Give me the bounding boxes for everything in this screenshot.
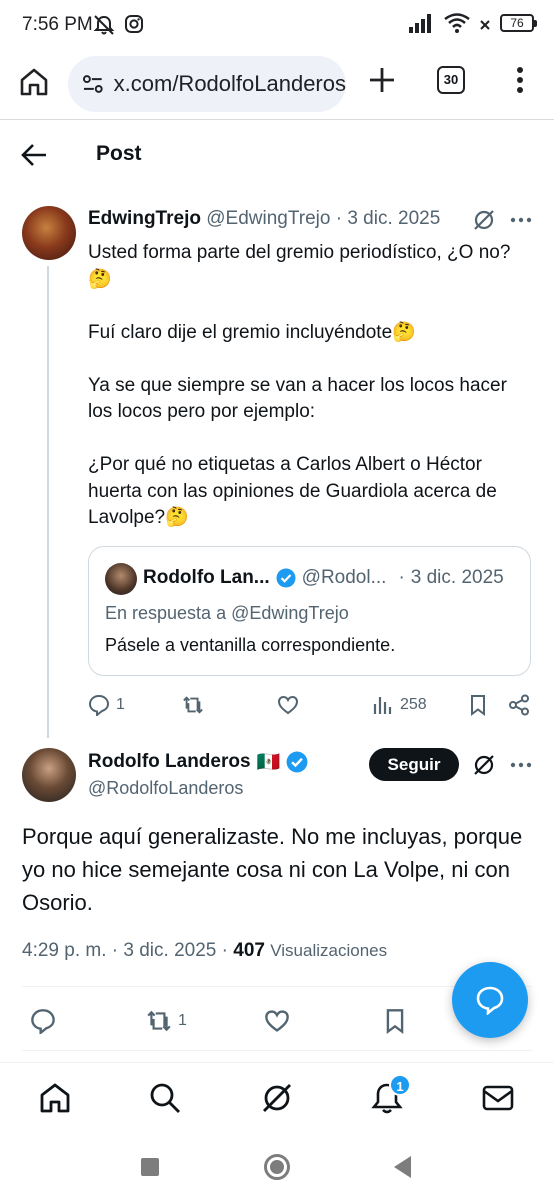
like-button[interactable]: [277, 694, 299, 716]
grok-icon[interactable]: [472, 753, 496, 777]
notification-badge: 1: [389, 1074, 411, 1096]
bookmark-icon: [471, 695, 485, 716]
views-button[interactable]: 258: [372, 694, 427, 716]
verified-badge-icon: [276, 568, 296, 588]
status-bar: 7:56 PM 76: [0, 0, 554, 52]
avatar-rodolfolanderos[interactable]: [22, 748, 76, 802]
tweet2-text: Porque aquí generalizaste. No me incluya…: [22, 824, 523, 915]
tweet2-views-count[interactable]: 407: [233, 940, 265, 961]
tweet1-text: Usted forma parte del gremio periodístic…: [88, 240, 528, 532]
tweet1-header: EdwingTrejo @EdwingTrejo · 3 dic. 2025: [88, 208, 440, 230]
quote-header: Rodolfo Lan... @Rodol... · 3 dic. 2025: [143, 567, 504, 589]
post-header: Post: [0, 120, 554, 190]
repost-button[interactable]: [182, 694, 204, 716]
home-icon[interactable]: [18, 66, 50, 98]
status-icons-right: 76: [408, 13, 537, 33]
follow-button[interactable]: Seguir: [369, 748, 459, 781]
like-button[interactable]: [264, 1008, 290, 1034]
views-count: 258: [400, 696, 427, 713]
tweet1-paragraph: Ya se que siempre se van a hacer los loc…: [88, 374, 507, 423]
more-options-icon[interactable]: [510, 212, 532, 228]
tweet2-handle[interactable]: @RodolfoLanderos: [88, 778, 243, 799]
browser-toolbar: x.com/RodolfoLanderos 30: [0, 52, 554, 120]
page-title: Post: [96, 142, 142, 165]
thread-line: [47, 266, 49, 738]
tweet2-metadata: 4:29 p. m. · 3 dic. 2025 · 407 Visualiza…: [22, 940, 387, 962]
site-settings-icon[interactable]: [82, 73, 104, 95]
more-options-icon[interactable]: [510, 757, 532, 773]
tweet1-paragraph: Usted forma parte del gremio periodístic…: [88, 242, 511, 290]
reply-button[interactable]: 1: [88, 694, 125, 716]
share-button[interactable]: [508, 694, 530, 716]
quote-author-name: Rodolfo Lan...: [143, 567, 270, 588]
more-menu-icon[interactable]: [508, 64, 532, 96]
bookmark-button[interactable]: [467, 694, 489, 716]
tweet2-separator: ·: [111, 940, 119, 961]
quote-handle: @Rodol...: [301, 567, 387, 588]
views-chart-icon: [373, 697, 392, 714]
repost-icon: [147, 1010, 171, 1032]
repost-button[interactable]: 1: [146, 1008, 187, 1034]
bookmark-button[interactable]: [382, 1008, 408, 1034]
share-icon: [509, 694, 529, 716]
url-text: x.com/RodolfoLanderos: [113, 71, 346, 96]
bottom-nav: 1: [0, 1062, 554, 1134]
tweet2-flag-emoji: 🇲🇽: [256, 752, 281, 773]
signal-icon: [409, 14, 431, 33]
tweet2-time[interactable]: 4:29 p. m.: [22, 940, 107, 961]
system-back-icon[interactable]: [394, 1156, 411, 1178]
tweet1-paragraph: Fuí claro dije el gremio incluyéndote🤔: [88, 321, 416, 343]
system-home-icon[interactable]: [264, 1154, 290, 1180]
tweet2-author[interactable]: Rodolfo Landeros 🇲🇽: [88, 750, 308, 774]
nav-search-icon[interactable]: [148, 1081, 182, 1115]
reply-icon: [31, 1009, 55, 1034]
recents-icon[interactable]: [141, 1158, 159, 1176]
avatar-rodolfolanderos-small: [105, 563, 137, 595]
wifi-x-icon: [480, 20, 490, 30]
nav-grok-icon[interactable]: [260, 1081, 294, 1115]
tweet1-handle[interactable]: @EdwingTrejo: [206, 208, 330, 229]
tweet1-separator: ·: [335, 208, 343, 229]
tweet1-author-name[interactable]: EdwingTrejo: [88, 208, 201, 229]
back-arrow-icon[interactable]: [20, 142, 50, 168]
reply-icon: [88, 694, 110, 716]
heart-icon: [265, 1010, 289, 1032]
compose-reply-fab[interactable]: [452, 962, 528, 1038]
avatar-edwingtrejo[interactable]: [22, 206, 76, 260]
quote-reply-context: En respuesta a @EdwingTrejo: [105, 603, 349, 623]
tweet2-author-name: Rodolfo Landeros: [88, 751, 251, 772]
chat-bubble-icon: [476, 986, 504, 1015]
new-tab-icon[interactable]: [366, 64, 398, 96]
quoted-tweet[interactable]: Rodolfo Lan... @Rodol... · 3 dic. 2025 E…: [88, 546, 531, 676]
tweet2-date[interactable]: 3 dic. 2025: [123, 940, 216, 961]
repost-icon: [183, 696, 203, 714]
status-icons-left: [92, 14, 144, 36]
nav-home-icon[interactable]: [38, 1081, 72, 1115]
verified-badge-icon: [286, 751, 308, 773]
quote-separator: ·: [398, 567, 405, 588]
battery-icon: 76: [500, 14, 537, 32]
wifi-icon: [444, 13, 470, 33]
mute-icon: [93, 15, 115, 35]
reply-count: 1: [116, 696, 125, 713]
tab-switcher-button[interactable]: 30: [437, 66, 465, 94]
system-nav-bar: [0, 1134, 554, 1200]
tweet2-views-label[interactable]: Visualizaciones: [270, 941, 387, 960]
quote-date: 3 dic. 2025: [410, 567, 504, 588]
nav-messages-icon[interactable]: [481, 1081, 515, 1115]
repost-count: 1: [178, 1012, 187, 1029]
grok-icon[interactable]: [472, 208, 496, 232]
url-bar[interactable]: x.com/RodolfoLanderos: [68, 56, 346, 112]
quote-text: Pásele a ventanilla correspondiente.: [105, 635, 396, 655]
tweet1-date[interactable]: 3 dic. 2025: [347, 208, 440, 229]
instagram-icon: [125, 15, 143, 33]
reply-button[interactable]: [30, 1008, 56, 1034]
status-time: 7:56 PM: [22, 14, 93, 35]
heart-icon: [277, 695, 299, 715]
tweet1-paragraph: ¿Por qué no etiquetas a Carlos Albert o …: [88, 454, 497, 528]
tweet2-separator: ·: [221, 940, 228, 961]
bookmark-icon: [386, 1009, 404, 1034]
divider: [22, 1050, 532, 1051]
